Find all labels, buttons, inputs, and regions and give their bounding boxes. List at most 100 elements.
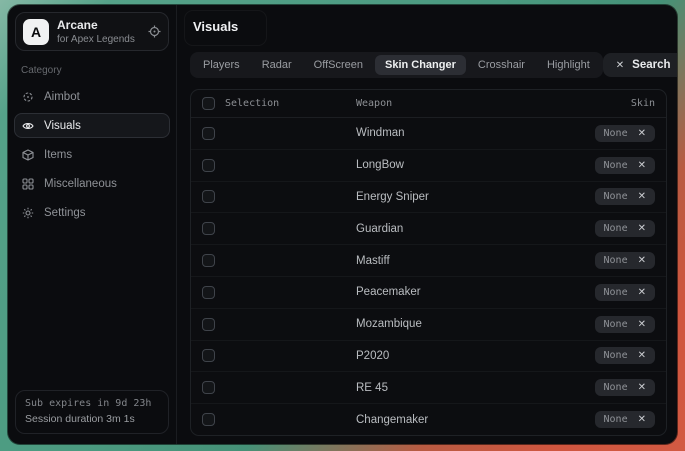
skin-value: None xyxy=(604,255,628,266)
clear-skin-icon[interactable]: ✕ xyxy=(638,382,646,393)
tab-bar: PlayersRadarOffScreenSkin ChangerCrossha… xyxy=(190,52,603,78)
skin-changer-table: Selection Weapon Skin Windman None ✕ xyxy=(190,89,667,436)
row-checkbox[interactable] xyxy=(202,159,215,172)
select-all-checkbox[interactable] xyxy=(202,97,215,110)
app-logo: A xyxy=(23,19,49,45)
skin-select-chip[interactable]: None ✕ xyxy=(595,347,655,364)
skin-select-chip[interactable]: None ✕ xyxy=(595,220,655,237)
weapon-name: Guardian xyxy=(356,223,403,235)
table-row: Windman None ✕ xyxy=(191,118,666,150)
page-title: Visuals xyxy=(193,19,238,34)
skin-select-chip[interactable]: None ✕ xyxy=(595,379,655,396)
row-checkbox[interactable] xyxy=(202,254,215,267)
sidebar-item-visuals[interactable]: Visuals xyxy=(14,113,170,138)
tab-skin-changer[interactable]: Skin Changer xyxy=(375,55,466,75)
sidebar-item-label: Items xyxy=(44,149,72,161)
row-checkbox[interactable] xyxy=(202,190,215,203)
sub-expiry-text: Sub expires in 9d 23h xyxy=(25,398,159,409)
skin-select-chip[interactable]: None ✕ xyxy=(595,125,655,142)
weapon-name: Peacemaker xyxy=(356,286,421,298)
skin-select-chip[interactable]: None ✕ xyxy=(595,252,655,269)
table-row: Energy Sniper None ✕ xyxy=(191,182,666,214)
weapon-name: RE 45 xyxy=(356,382,388,394)
search-button[interactable]: ✕ Search xyxy=(603,53,677,77)
sidebar-item-miscellaneous[interactable]: Miscellaneous xyxy=(14,171,170,196)
app-window: A Arcane for Apex Legends Category xyxy=(8,5,677,444)
tab-offscreen[interactable]: OffScreen xyxy=(304,55,373,75)
row-checkbox[interactable] xyxy=(202,381,215,394)
weapon-name: Windman xyxy=(356,127,405,139)
skin-value: None xyxy=(604,287,628,298)
table-body: Windman None ✕ LongBow None ✕ xyxy=(191,118,666,435)
weapon-name: Mastiff xyxy=(356,255,390,267)
sidebar-item-items[interactable]: Items xyxy=(14,142,170,167)
clear-skin-icon[interactable]: ✕ xyxy=(638,319,646,330)
skin-select-chip[interactable]: None ✕ xyxy=(595,157,655,174)
sidebar-item-settings[interactable]: Settings xyxy=(14,200,170,225)
clear-skin-icon[interactable]: ✕ xyxy=(638,414,646,425)
clear-skin-icon[interactable]: ✕ xyxy=(638,287,646,298)
clear-skin-icon[interactable]: ✕ xyxy=(638,191,646,202)
table-row: Mastiff None ✕ xyxy=(191,245,666,277)
skin-select-chip[interactable]: None ✕ xyxy=(595,411,655,428)
skin-value: None xyxy=(604,223,628,234)
sidebar-item-label: Miscellaneous xyxy=(44,178,117,190)
column-header-skin: Skin xyxy=(631,98,655,109)
eye-icon xyxy=(22,120,35,132)
session-info-card: Sub expires in 9d 23h Session duration 3… xyxy=(15,390,169,434)
sidebar-item-aimbot[interactable]: Aimbot xyxy=(14,84,170,109)
skin-select-chip[interactable]: None ✕ xyxy=(595,316,655,333)
target-icon[interactable] xyxy=(148,25,161,38)
clear-skin-icon[interactable]: ✕ xyxy=(638,160,646,171)
table-row: RE 45 None ✕ xyxy=(191,372,666,404)
row-checkbox[interactable] xyxy=(202,222,215,235)
row-checkbox[interactable] xyxy=(202,286,215,299)
page-title-box: Visuals xyxy=(184,10,267,46)
weapon-name: Mozambique xyxy=(356,318,422,330)
row-checkbox[interactable] xyxy=(202,127,215,140)
table-row: Peacemaker None ✕ xyxy=(191,277,666,309)
sidebar-item-label: Settings xyxy=(44,207,86,219)
tab-crosshair[interactable]: Crosshair xyxy=(468,55,535,75)
skin-value: None xyxy=(604,319,628,330)
category-label: Category xyxy=(21,65,163,76)
table-row: Guardian None ✕ xyxy=(191,213,666,245)
clear-skin-icon[interactable]: ✕ xyxy=(638,350,646,361)
table-row: Changemaker None ✕ xyxy=(191,404,666,435)
skin-value: None xyxy=(604,350,628,361)
sidebar-item-label: Aimbot xyxy=(44,91,80,103)
skin-value: None xyxy=(604,382,628,393)
row-checkbox[interactable] xyxy=(202,349,215,362)
crosshair-icon xyxy=(22,91,35,103)
table-header: Selection Weapon Skin xyxy=(191,90,666,118)
grid-icon xyxy=(22,178,35,190)
clear-skin-icon[interactable]: ✕ xyxy=(638,223,646,234)
skin-select-chip[interactable]: None ✕ xyxy=(595,188,655,205)
weapon-name: Energy Sniper xyxy=(356,191,429,203)
table-row: P2020 None ✕ xyxy=(191,341,666,373)
session-duration-text: Session duration 3m 1s xyxy=(25,413,159,425)
row-checkbox[interactable] xyxy=(202,413,215,426)
tab-players[interactable]: Players xyxy=(193,55,250,75)
desktop-background: A Arcane for Apex Legends Category xyxy=(0,0,685,451)
brand-card: A Arcane for Apex Legends xyxy=(15,12,169,51)
clear-skin-icon[interactable]: ✕ xyxy=(638,255,646,266)
sidebar-nav: Aimbot Visuals xyxy=(14,84,170,225)
gear-icon xyxy=(22,207,35,219)
sidebar: A Arcane for Apex Legends Category xyxy=(8,5,177,444)
clear-skin-icon[interactable]: ✕ xyxy=(638,128,646,139)
sidebar-item-label: Visuals xyxy=(44,120,81,132)
weapon-name: LongBow xyxy=(356,159,404,171)
skin-value: None xyxy=(604,414,628,425)
table-row: Mozambique None ✕ xyxy=(191,309,666,341)
search-button-label: Search xyxy=(632,59,670,71)
column-header-weapon: Weapon xyxy=(356,98,392,109)
skin-select-chip[interactable]: None ✕ xyxy=(595,284,655,301)
tab-highlight[interactable]: Highlight xyxy=(537,55,600,75)
cube-icon xyxy=(22,149,35,161)
brand-text: Arcane for Apex Legends xyxy=(57,18,135,45)
row-checkbox[interactable] xyxy=(202,318,215,331)
tab-radar[interactable]: Radar xyxy=(252,55,302,75)
column-header-selection: Selection xyxy=(225,98,279,109)
app-name: Arcane xyxy=(57,18,135,32)
